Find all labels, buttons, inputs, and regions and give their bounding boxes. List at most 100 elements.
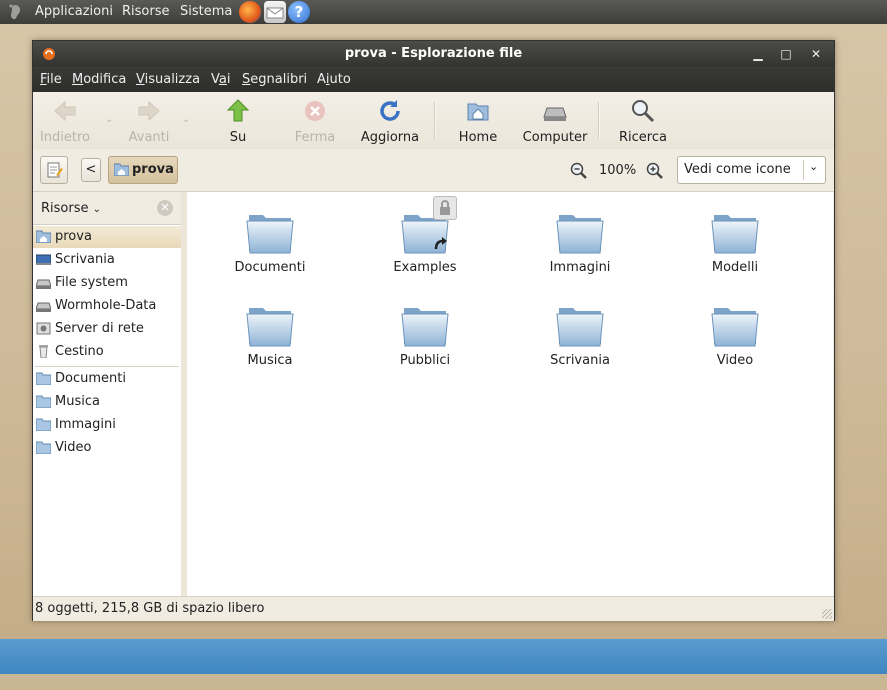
title-bar[interactable]: prova - Esplorazione file ▁ □ ✕ [33, 41, 834, 67]
network-icon [36, 322, 51, 335]
zoom-level[interactable]: 100% [599, 163, 636, 178]
menu-modifica-rest: odifica [83, 72, 127, 87]
breadcrumb-label: prova [132, 162, 174, 177]
forward-label: Avanti [128, 130, 170, 145]
sidebar-item-wormhole-data[interactable]: Wormhole-Data [33, 295, 181, 317]
panel-menu-sistema[interactable]: Sistema [180, 4, 232, 19]
view-mode-select[interactable]: Vedi come icone ⌄ [677, 156, 826, 184]
sidebar-item-label: Wormhole-Data [55, 298, 157, 313]
top-panel: Applicazioni Risorse Sistema ? [0, 0, 887, 24]
toggle-location-entry-button[interactable] [40, 156, 68, 184]
sidebar-item-documenti[interactable]: Documenti [33, 368, 181, 390]
toolbar: Indietro ⌄ Avanti ⌄ Su Ferma Aggiorna Ho… [33, 92, 834, 150]
edit-location-icon [47, 162, 63, 178]
maximize-button[interactable]: □ [778, 46, 794, 62]
lock-emblem-icon [433, 196, 457, 220]
sidebar-item-file-system[interactable]: File system [33, 272, 181, 294]
sidebar-item-prova[interactable]: prova [33, 226, 181, 248]
zoom-in-icon[interactable] [646, 162, 663, 179]
panel-menu-risorse[interactable]: Risorse [122, 4, 170, 19]
back-history-chevron-icon[interactable]: ⌄ [105, 114, 113, 125]
file-name: Documenti [234, 260, 306, 275]
zoom-out-icon[interactable] [570, 162, 587, 179]
sidebar-item-label: Documenti [55, 371, 126, 386]
file-name: Pubblici [399, 353, 451, 368]
stop-button[interactable]: Ferma [287, 98, 343, 145]
minimize-button[interactable]: ▁ [750, 46, 766, 62]
folder-modelli[interactable]: Modelli [660, 207, 810, 275]
folder-examples[interactable]: Examples [350, 196, 500, 275]
forward-arrow-icon [138, 100, 160, 122]
folder-icon [36, 395, 51, 408]
search-button[interactable]: Ricerca [613, 98, 673, 145]
menu-modifica-mnemonic: M [72, 72, 84, 87]
menu-segnalibri-rest: egnalibri [250, 72, 308, 87]
reload-button[interactable]: Aggiorna [357, 98, 423, 145]
panel-menu-applicazioni[interactable]: Applicazioni [35, 4, 113, 19]
select-divider [803, 160, 804, 180]
up-label: Su [229, 130, 247, 145]
breadcrumb-scroll-left-button[interactable]: < [81, 158, 101, 182]
folder-documenti[interactable]: Documenti [195, 207, 345, 275]
menu-vai-pre: V [211, 72, 219, 87]
file-name: Immagini [549, 260, 611, 275]
folder-pubblici[interactable]: Pubblici [350, 300, 500, 368]
location-bar: < prova 100% Vedi come icone ⌄ [33, 149, 834, 192]
back-label: Indietro [39, 130, 91, 145]
folder-video[interactable]: Video [660, 300, 810, 368]
menu-bar: File Modifica Visualizza Vai Segnalibri … [33, 67, 834, 92]
reload-label: Aggiorna [360, 130, 420, 145]
drive-icon [36, 279, 51, 289]
gnome-foot-icon[interactable] [6, 3, 24, 21]
menu-vai-mnemonic: a [218, 72, 227, 87]
menu-vai[interactable]: Vai [211, 72, 230, 87]
file-name: Musica [247, 353, 293, 368]
sidebar-item-scrivania[interactable]: Scrivania [33, 249, 181, 271]
menu-aiuto-rest: uto [329, 72, 351, 87]
menu-visualizza-rest: isualizza [144, 72, 201, 87]
folder-icon [711, 215, 759, 254]
sidebar-item-musica[interactable]: Musica [33, 391, 181, 413]
forward-history-chevron-icon[interactable]: ⌄ [182, 114, 190, 125]
up-button[interactable]: Su [210, 98, 266, 145]
menu-segnalibri[interactable]: Segnalibri [242, 72, 307, 87]
menu-vai-rest: i [226, 72, 231, 87]
menu-aiuto[interactable]: Aiuto [317, 72, 351, 87]
mail-icon[interactable] [264, 1, 286, 23]
chevron-down-icon: ⌄ [809, 160, 819, 173]
help-icon[interactable]: ? [288, 1, 310, 23]
breadcrumb-prova[interactable]: prova [108, 156, 178, 184]
sidebar-type-label: Risorse [41, 201, 89, 216]
toolbar-separator [598, 102, 600, 138]
file-name: Modelli [711, 260, 759, 275]
sidebar-type-select[interactable]: Risorse ⌄ [41, 201, 101, 216]
computer-button[interactable]: Computer [520, 98, 590, 145]
up-arrow-icon [226, 99, 250, 122]
resize-grip-icon[interactable] [822, 609, 832, 619]
folder-icon [401, 308, 449, 347]
close-button[interactable]: ✕ [808, 46, 824, 62]
menu-modifica[interactable]: Modifica [72, 72, 126, 87]
search-label: Ricerca [619, 130, 667, 145]
firefox-icon[interactable] [239, 1, 261, 23]
sidebar-item-video[interactable]: Video [33, 437, 181, 459]
sidebar: Risorse ⌄ ✕ prova Scrivania File system … [33, 192, 182, 596]
sidebar-item-immagini[interactable]: Immagini [33, 414, 181, 436]
menu-visualizza[interactable]: Visualizza [136, 72, 200, 87]
folder-immagini[interactable]: Immagini [505, 207, 655, 275]
back-button[interactable]: Indietro [37, 98, 93, 145]
folder-icon [711, 308, 759, 347]
menu-aiuto-pre: A [317, 72, 326, 87]
close-sidebar-icon[interactable]: ✕ [157, 200, 173, 216]
forward-button[interactable]: Avanti [121, 98, 177, 145]
menu-file[interactable]: File [40, 72, 62, 87]
desktop-icon [36, 254, 51, 265]
home-button[interactable]: Home [450, 98, 506, 145]
folder-scrivania[interactable]: Scrivania [505, 300, 655, 368]
folder-musica[interactable]: Musica [195, 300, 345, 368]
sidebar-item-server-di-rete[interactable]: Server di rete [33, 318, 181, 340]
back-arrow-icon [54, 100, 76, 122]
sidebar-item-label: Video [55, 440, 92, 455]
sidebar-item-cestino[interactable]: Cestino [33, 341, 181, 363]
chevron-down-icon: ⌄ [92, 204, 102, 215]
